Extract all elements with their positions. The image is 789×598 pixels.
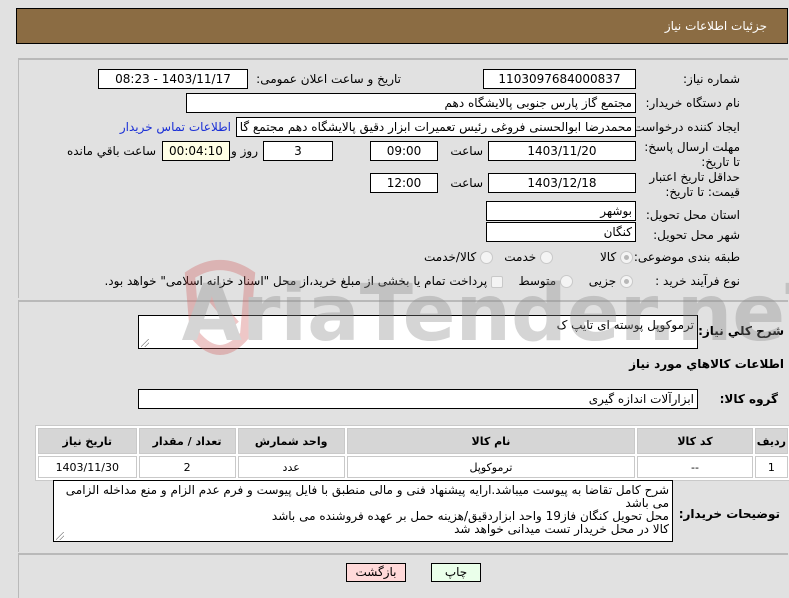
goods-group-label: گروه کالا: (719, 392, 778, 406)
col-row: ردیف (754, 428, 788, 454)
summary-textarea[interactable]: ترموکوپل پوسته ای تایپ ک (138, 315, 698, 349)
col-need-date: تاریخ نیاز (38, 428, 137, 454)
validity-hour-label: ساعت (450, 176, 483, 190)
col-unit: واحد شمارش (237, 428, 345, 454)
city-field: کنگان (486, 222, 636, 242)
buyer-org-label: نام دستگاه خریدار: (645, 96, 741, 110)
buyer-notes-label: توضیحات خریدار: (678, 507, 780, 521)
buyer-notes-textarea[interactable]: شرح کامل تقاضا به پیوست میباشد.ارایه پیش… (53, 480, 673, 542)
print-button[interactable]: چاپ (431, 563, 481, 582)
announce-label: تاریخ و ساعت اعلان عمومی: (256, 72, 401, 86)
treasury-checkbox[interactable] (491, 275, 503, 288)
remaining-time-field: 00:04:10 (162, 141, 230, 161)
actions-panel: چاپ بازگشت (18, 553, 788, 598)
radio-goods-icon[interactable] (620, 251, 633, 264)
category-option-service[interactable]: خدمت (504, 250, 553, 264)
cell-need-date: 1403/11/30 (38, 456, 137, 478)
announce-field: 1403/11/17 - 08:23 (98, 69, 248, 89)
days-field: 3 (263, 141, 333, 161)
cell-unit: عدد (237, 456, 345, 478)
buyer-org-field: مجتمع گاز پارس جنوبی پالایشگاه دهم (186, 93, 636, 113)
goods-info-title: اطلاعات کالاهاي مورد نياز (629, 357, 784, 371)
days-label: روز و (231, 144, 258, 158)
radio-minor-icon[interactable] (620, 275, 633, 288)
process-label: نوع فرآیند خرید : (655, 274, 740, 288)
treasury-option[interactable]: پرداخت تمام یا بخشی از مبلغ خرید،از محل … (104, 274, 503, 288)
validity-label: حداقل تاریخ اعتبار قیمت: تا تاریخ: (649, 170, 740, 199)
category-option-goods[interactable]: کالا (600, 250, 633, 264)
summary-label: شرح کلي نياز: (698, 324, 784, 338)
goods-group-field: ابزارآلات اندازه گیری (138, 389, 698, 409)
resize-grip-icon[interactable] (56, 532, 64, 540)
province-label: استان محل تحویل: (645, 208, 740, 222)
col-quantity: تعداد / مقدار (138, 428, 236, 454)
cell-name: ترموکوپل (346, 456, 636, 478)
process-option-medium[interactable]: متوسط (518, 274, 573, 288)
page-header: جزئیات اطلاعات نیاز (16, 8, 788, 44)
back-button[interactable]: بازگشت (346, 563, 406, 582)
category-label: طبقه بندی موضوعی: (633, 250, 740, 264)
deadline-date-field: 1403/11/20 (488, 141, 636, 161)
page-title: جزئیات اطلاعات نیاز (664, 19, 767, 33)
radio-medium-icon[interactable] (560, 275, 573, 288)
table-row: 1 -- ترموکوپل عدد 2 1403/11/30 (38, 456, 788, 478)
remaining-label: ساعت باقي مانده (66, 144, 156, 158)
province-field: بوشهر (486, 201, 636, 221)
city-label: شهر محل تحویل: (653, 228, 740, 242)
goods-table: ردیف کد کالا نام کالا واحد شمارش تعداد /… (35, 425, 789, 481)
need-info-panel: شماره نیاز: 1103097684000837 تاریخ و ساع… (18, 58, 788, 298)
goods-table-header: ردیف کد کالا نام کالا واحد شمارش تعداد /… (38, 428, 788, 454)
cell-row: 1 (754, 456, 788, 478)
category-option-goods-service[interactable]: کالا/خدمت (424, 250, 493, 264)
need-number-label: شماره نیاز: (683, 72, 740, 86)
deadline-hour-label: ساعت (450, 144, 483, 158)
deadline-label: مهلت ارسال پاسخ: تا تاریخ: (644, 140, 740, 169)
creator-label: ایجاد کننده درخواست: (629, 120, 740, 134)
cell-quantity: 2 (138, 456, 236, 478)
process-option-minor[interactable]: جزیی (589, 274, 633, 288)
radio-goods-service-icon[interactable] (480, 251, 493, 264)
validity-time-field: 12:00 (370, 173, 438, 193)
cell-code: -- (637, 456, 753, 478)
col-code: کد کالا (637, 428, 753, 454)
col-name: نام کالا (346, 428, 636, 454)
creator-field: محمدرضا ابوالحسنی فروغی رئیس تعمیرات ابز… (236, 117, 636, 137)
validity-date-field: 1403/12/18 (488, 173, 636, 193)
need-details-panel: شرح کلي نياز: ترموکوپل پوسته ای تایپ ک ا… (18, 300, 789, 552)
buyer-contact-link[interactable]: اطلاعات تماس خریدار (120, 120, 231, 134)
need-number-field: 1103097684000837 (483, 69, 636, 89)
deadline-time-field: 09:00 (370, 141, 438, 161)
radio-service-icon[interactable] (540, 251, 553, 264)
resize-grip-icon[interactable] (141, 339, 149, 347)
